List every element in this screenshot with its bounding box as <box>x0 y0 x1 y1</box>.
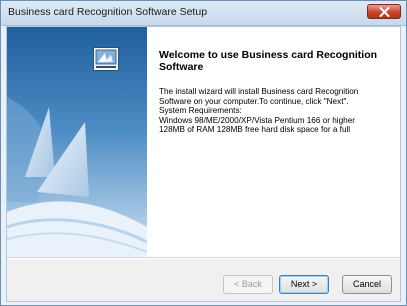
description-line-5: 128MB of RAM 128MB free hard disk space … <box>159 125 351 135</box>
description-line-4: Windows 98/ME/2000/XP/Vista Pentium 166 … <box>159 115 356 125</box>
back-button[interactable]: < Back <box>223 275 273 294</box>
close-icon <box>379 7 390 17</box>
cancel-button[interactable]: Cancel <box>342 275 392 294</box>
wizard-side-graphic <box>7 27 147 257</box>
button-bar: < Back Next > Cancel <box>7 259 400 301</box>
window-title: Business card Recognition Software Setup <box>8 6 208 18</box>
welcome-heading-line-1: Welcome to use Business card Recognition <box>159 49 378 61</box>
description-line-3: System Requirements: <box>159 106 242 116</box>
install-description: The install wizard will install Business… <box>159 87 395 135</box>
welcome-heading-line-2: Software <box>159 61 204 73</box>
description-line-1: The install wizard will install Business… <box>159 87 359 96</box>
welcome-content: Welcome to use Business card Recognition… <box>159 49 395 135</box>
description-line-2: Software on your computer.To continue, c… <box>159 96 349 106</box>
wizard-body: Welcome to use Business card Recognition… <box>6 26 401 302</box>
setup-icon <box>93 47 119 71</box>
close-button[interactable] <box>367 4 401 19</box>
welcome-heading: Welcome to use Business card Recognition… <box>159 49 395 73</box>
setup-window: Business card Recognition Software Setup <box>0 0 407 306</box>
next-button[interactable]: Next > <box>279 275 329 294</box>
title-bar[interactable]: Business card Recognition Software Setup <box>1 1 406 26</box>
